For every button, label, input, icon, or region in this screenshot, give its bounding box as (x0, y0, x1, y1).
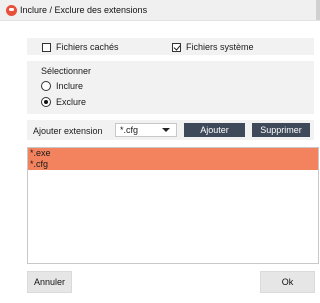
dialog-body: Fichiers cachés Fichiers système Sélecti… (0, 21, 320, 303)
cancel-button-label: Annuler (33, 277, 66, 287)
add-button-label: Ajouter (200, 125, 229, 135)
system-files-label: Fichiers système (186, 42, 254, 52)
extension-select[interactable]: *.cfg (115, 123, 177, 137)
selection-panel: Sélectionner Inclure Exclure (27, 61, 314, 114)
title-bar[interactable]: Inclure / Exclure des extensions (0, 0, 320, 21)
ok-button[interactable]: Ok (260, 271, 315, 293)
delete-button-label: Supprimer (260, 125, 302, 135)
include-radio[interactable] (41, 81, 51, 91)
exclude-label: Exclure (56, 97, 87, 107)
app-logo-icon (6, 5, 17, 16)
cancel-button[interactable]: Annuler (27, 271, 72, 293)
hidden-files-checkbox[interactable] (42, 42, 51, 52)
add-button[interactable]: Ajouter (184, 123, 245, 137)
list-item[interactable]: *.cfg (28, 159, 318, 170)
include-label: Inclure (56, 81, 84, 91)
system-files-option[interactable]: Fichiers système (172, 42, 254, 52)
list-item[interactable]: *.exe (28, 148, 318, 159)
system-files-checkbox[interactable] (172, 42, 181, 52)
chevron-down-icon[interactable] (162, 128, 170, 132)
include-option[interactable]: Inclure (41, 81, 83, 91)
delete-button[interactable]: Supprimer (252, 123, 310, 137)
extension-list[interactable]: *.exe *.cfg (27, 147, 319, 264)
window-title: Inclure / Exclure des extensions (20, 5, 148, 15)
exclude-option[interactable]: Exclure (41, 97, 86, 107)
extension-list-items: *.exe *.cfg (28, 148, 318, 170)
hidden-files-option[interactable]: Fichiers cachés (42, 42, 119, 52)
options-panel: Fichiers cachés Fichiers système (27, 38, 314, 55)
extension-panel: Ajouter extension *.cfg Ajouter Supprime… (27, 120, 314, 140)
exclude-radio[interactable] (41, 97, 51, 107)
ok-button-label: Ok (281, 277, 294, 287)
add-extension-label: Ajouter extension (33, 126, 103, 136)
title-bar-edge (316, 0, 320, 20)
extension-select-value: *.cfg (120, 125, 139, 135)
selection-heading: Sélectionner (41, 66, 92, 76)
hidden-files-label: Fichiers cachés (56, 42, 119, 52)
